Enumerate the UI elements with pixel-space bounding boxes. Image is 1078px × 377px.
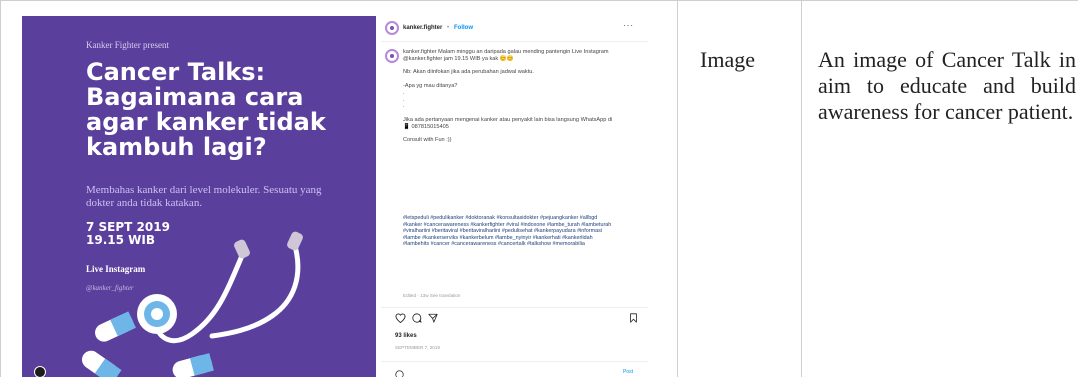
post-date: SEPTEMBER 7, 2019 bbox=[395, 345, 440, 350]
table-border-left bbox=[0, 0, 1, 377]
cancer-talks-poster: Kanker Fighter present Cancer Talks: Bag… bbox=[22, 16, 376, 377]
poster-handle: @kanker_fighter bbox=[86, 284, 134, 292]
likes-count[interactable]: 93 likes bbox=[395, 333, 417, 339]
poster-description: Membahas kanker dari level molekuler. Se… bbox=[86, 184, 322, 209]
bookmark-icon[interactable] bbox=[629, 313, 638, 323]
heart-icon[interactable] bbox=[395, 313, 406, 323]
user-avatar-icon[interactable] bbox=[34, 366, 46, 377]
poster-title: Cancer Talks: Bagaimana cara agar kanker… bbox=[86, 58, 326, 161]
content-description-cell: An image of Cancer Talk in aim to educat… bbox=[818, 47, 1076, 124]
table-border-top bbox=[0, 0, 1078, 1]
account-username[interactable]: kanker.fighter bbox=[403, 25, 442, 31]
share-icon[interactable] bbox=[428, 313, 438, 323]
post-hashtags: #letspeduli #pedulikanker #doktoranak #k… bbox=[403, 215, 612, 248]
column-divider-image bbox=[677, 0, 678, 377]
post-caption: kanker.fighter Malam minggu an daripada … bbox=[403, 49, 613, 144]
comment-divider bbox=[381, 361, 648, 362]
emoji-icon[interactable] bbox=[395, 370, 404, 377]
column-divider-type bbox=[801, 0, 802, 377]
separator-dot: • bbox=[447, 25, 450, 31]
caption-meta: Edited · 13w See translation bbox=[403, 293, 461, 298]
actions-divider bbox=[381, 307, 648, 308]
account-avatar[interactable] bbox=[385, 21, 399, 35]
poster-date-time: 7 SEPT 2019 19.15 WIB bbox=[86, 221, 170, 247]
poster-presenter: Kanker Fighter present bbox=[86, 40, 169, 50]
comment-icon[interactable] bbox=[412, 313, 422, 323]
more-dots-icon[interactable]: ··· bbox=[623, 21, 634, 30]
instagram-post-panel: kanker.fighter • Follow ··· kanker.fight… bbox=[381, 16, 648, 377]
poster-live-label: Live Instagram bbox=[86, 264, 146, 274]
caption-avatar[interactable] bbox=[385, 49, 399, 63]
header-divider bbox=[381, 41, 648, 42]
follow-button[interactable]: Follow bbox=[454, 25, 473, 31]
poster-time: 19.15 WIB bbox=[86, 233, 155, 247]
content-type-cell: Image bbox=[700, 47, 755, 72]
post-comment-button[interactable]: Post bbox=[623, 369, 633, 375]
